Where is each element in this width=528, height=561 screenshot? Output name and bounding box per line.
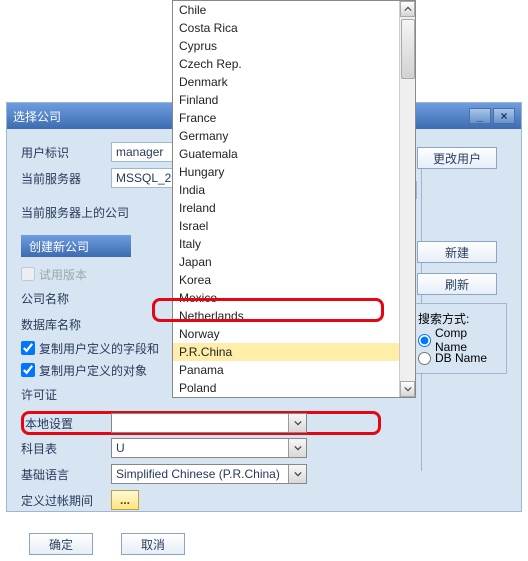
country-option[interactable]: India: [173, 181, 399, 199]
section-new-company: 创建新公司: [21, 235, 131, 257]
country-option[interactable]: Italy: [173, 235, 399, 253]
user-id-field[interactable]: manager: [111, 142, 181, 162]
chevron-down-icon[interactable]: [288, 465, 306, 483]
server-field[interactable]: MSSQL_200: [111, 168, 181, 188]
change-user-button[interactable]: 更改用户: [417, 147, 497, 169]
chevron-down-icon[interactable]: [288, 414, 306, 432]
label-user-id: 用户标识: [21, 144, 111, 161]
new-button[interactable]: 新建: [417, 241, 497, 263]
country-option[interactable]: Cyprus: [173, 37, 399, 55]
local-settings-combo[interactable]: [111, 413, 307, 433]
label-copy-objects: 复制用户定义的对象: [39, 362, 147, 379]
define-period-button[interactable]: ...: [111, 490, 139, 510]
ok-button[interactable]: 确定: [29, 533, 93, 555]
copy-objects-checkbox[interactable]: [21, 363, 35, 377]
right-buttons: 更改用户 新建 刷新: [417, 147, 507, 295]
label-license: 许可证: [21, 386, 111, 403]
label-db-name-opt: DB Name: [435, 351, 487, 365]
label-trial: 试用版本: [39, 266, 87, 283]
close-button[interactable]: ×: [493, 108, 515, 124]
scroll-down-button[interactable]: [400, 381, 415, 397]
country-option[interactable]: Poland: [173, 379, 399, 397]
chart-combo[interactable]: U: [111, 438, 307, 458]
country-option[interactable]: Israel: [173, 217, 399, 235]
country-option[interactable]: Finland: [173, 91, 399, 109]
label-comp-name: Comp Name: [435, 326, 500, 354]
country-option[interactable]: Panama: [173, 361, 399, 379]
label-companies: 当前服务器上的公司: [21, 204, 129, 221]
label-local-settings: 本地设置: [21, 415, 111, 432]
country-option[interactable]: P.R.China: [173, 343, 399, 361]
country-list: ChileCosta RicaCyprusCzech Rep.DenmarkFi…: [173, 1, 399, 397]
country-option[interactable]: Korea: [173, 271, 399, 289]
country-option[interactable]: Czech Rep.: [173, 55, 399, 73]
label-server: 当前服务器: [21, 170, 111, 187]
country-option[interactable]: Mexico: [173, 289, 399, 307]
scroll-thumb[interactable]: [401, 19, 415, 79]
country-option[interactable]: Ireland: [173, 199, 399, 217]
dropdown-scrollbar[interactable]: [399, 1, 415, 397]
label-search-title: 搜索方式:: [418, 310, 500, 327]
radio-comp-name[interactable]: [418, 334, 431, 347]
scroll-up-button[interactable]: [400, 1, 415, 17]
country-option[interactable]: Guatemala: [173, 145, 399, 163]
search-mode-box: 搜索方式: Comp Name DB Name: [411, 303, 507, 374]
label-db-name: 数据库名称: [21, 316, 111, 333]
trial-checkbox[interactable]: [21, 267, 35, 281]
copy-fields-checkbox[interactable]: [21, 341, 35, 355]
country-option[interactable]: Costa Rica: [173, 19, 399, 37]
label-chart: 科目表: [21, 440, 111, 457]
minimize-button[interactable]: _: [469, 108, 491, 124]
country-option[interactable]: Netherlands: [173, 307, 399, 325]
country-option[interactable]: Hungary: [173, 163, 399, 181]
country-option[interactable]: Japan: [173, 253, 399, 271]
country-option[interactable]: Denmark: [173, 73, 399, 91]
country-dropdown[interactable]: ChileCosta RicaCyprusCzech Rep.DenmarkFi…: [172, 0, 416, 398]
label-copy-fields: 复制用户定义的字段和: [39, 340, 159, 357]
country-option[interactable]: Norway: [173, 325, 399, 343]
label-company-name: 公司名称: [21, 290, 111, 307]
country-option[interactable]: Chile: [173, 1, 399, 19]
radio-db-name[interactable]: [418, 352, 431, 365]
base-lang-combo[interactable]: Simplified Chinese (P.R.China): [111, 464, 307, 484]
label-base-lang: 基础语言: [21, 466, 111, 483]
titlebar-buttons: _ ×: [469, 108, 515, 124]
cancel-button[interactable]: 取消: [121, 533, 185, 555]
country-option[interactable]: France: [173, 109, 399, 127]
dialog-title: 选择公司: [13, 108, 61, 125]
chevron-down-icon[interactable]: [288, 439, 306, 457]
label-period: 定义过帐期间: [21, 492, 111, 509]
country-option[interactable]: Germany: [173, 127, 399, 145]
refresh-button[interactable]: 刷新: [417, 273, 497, 295]
